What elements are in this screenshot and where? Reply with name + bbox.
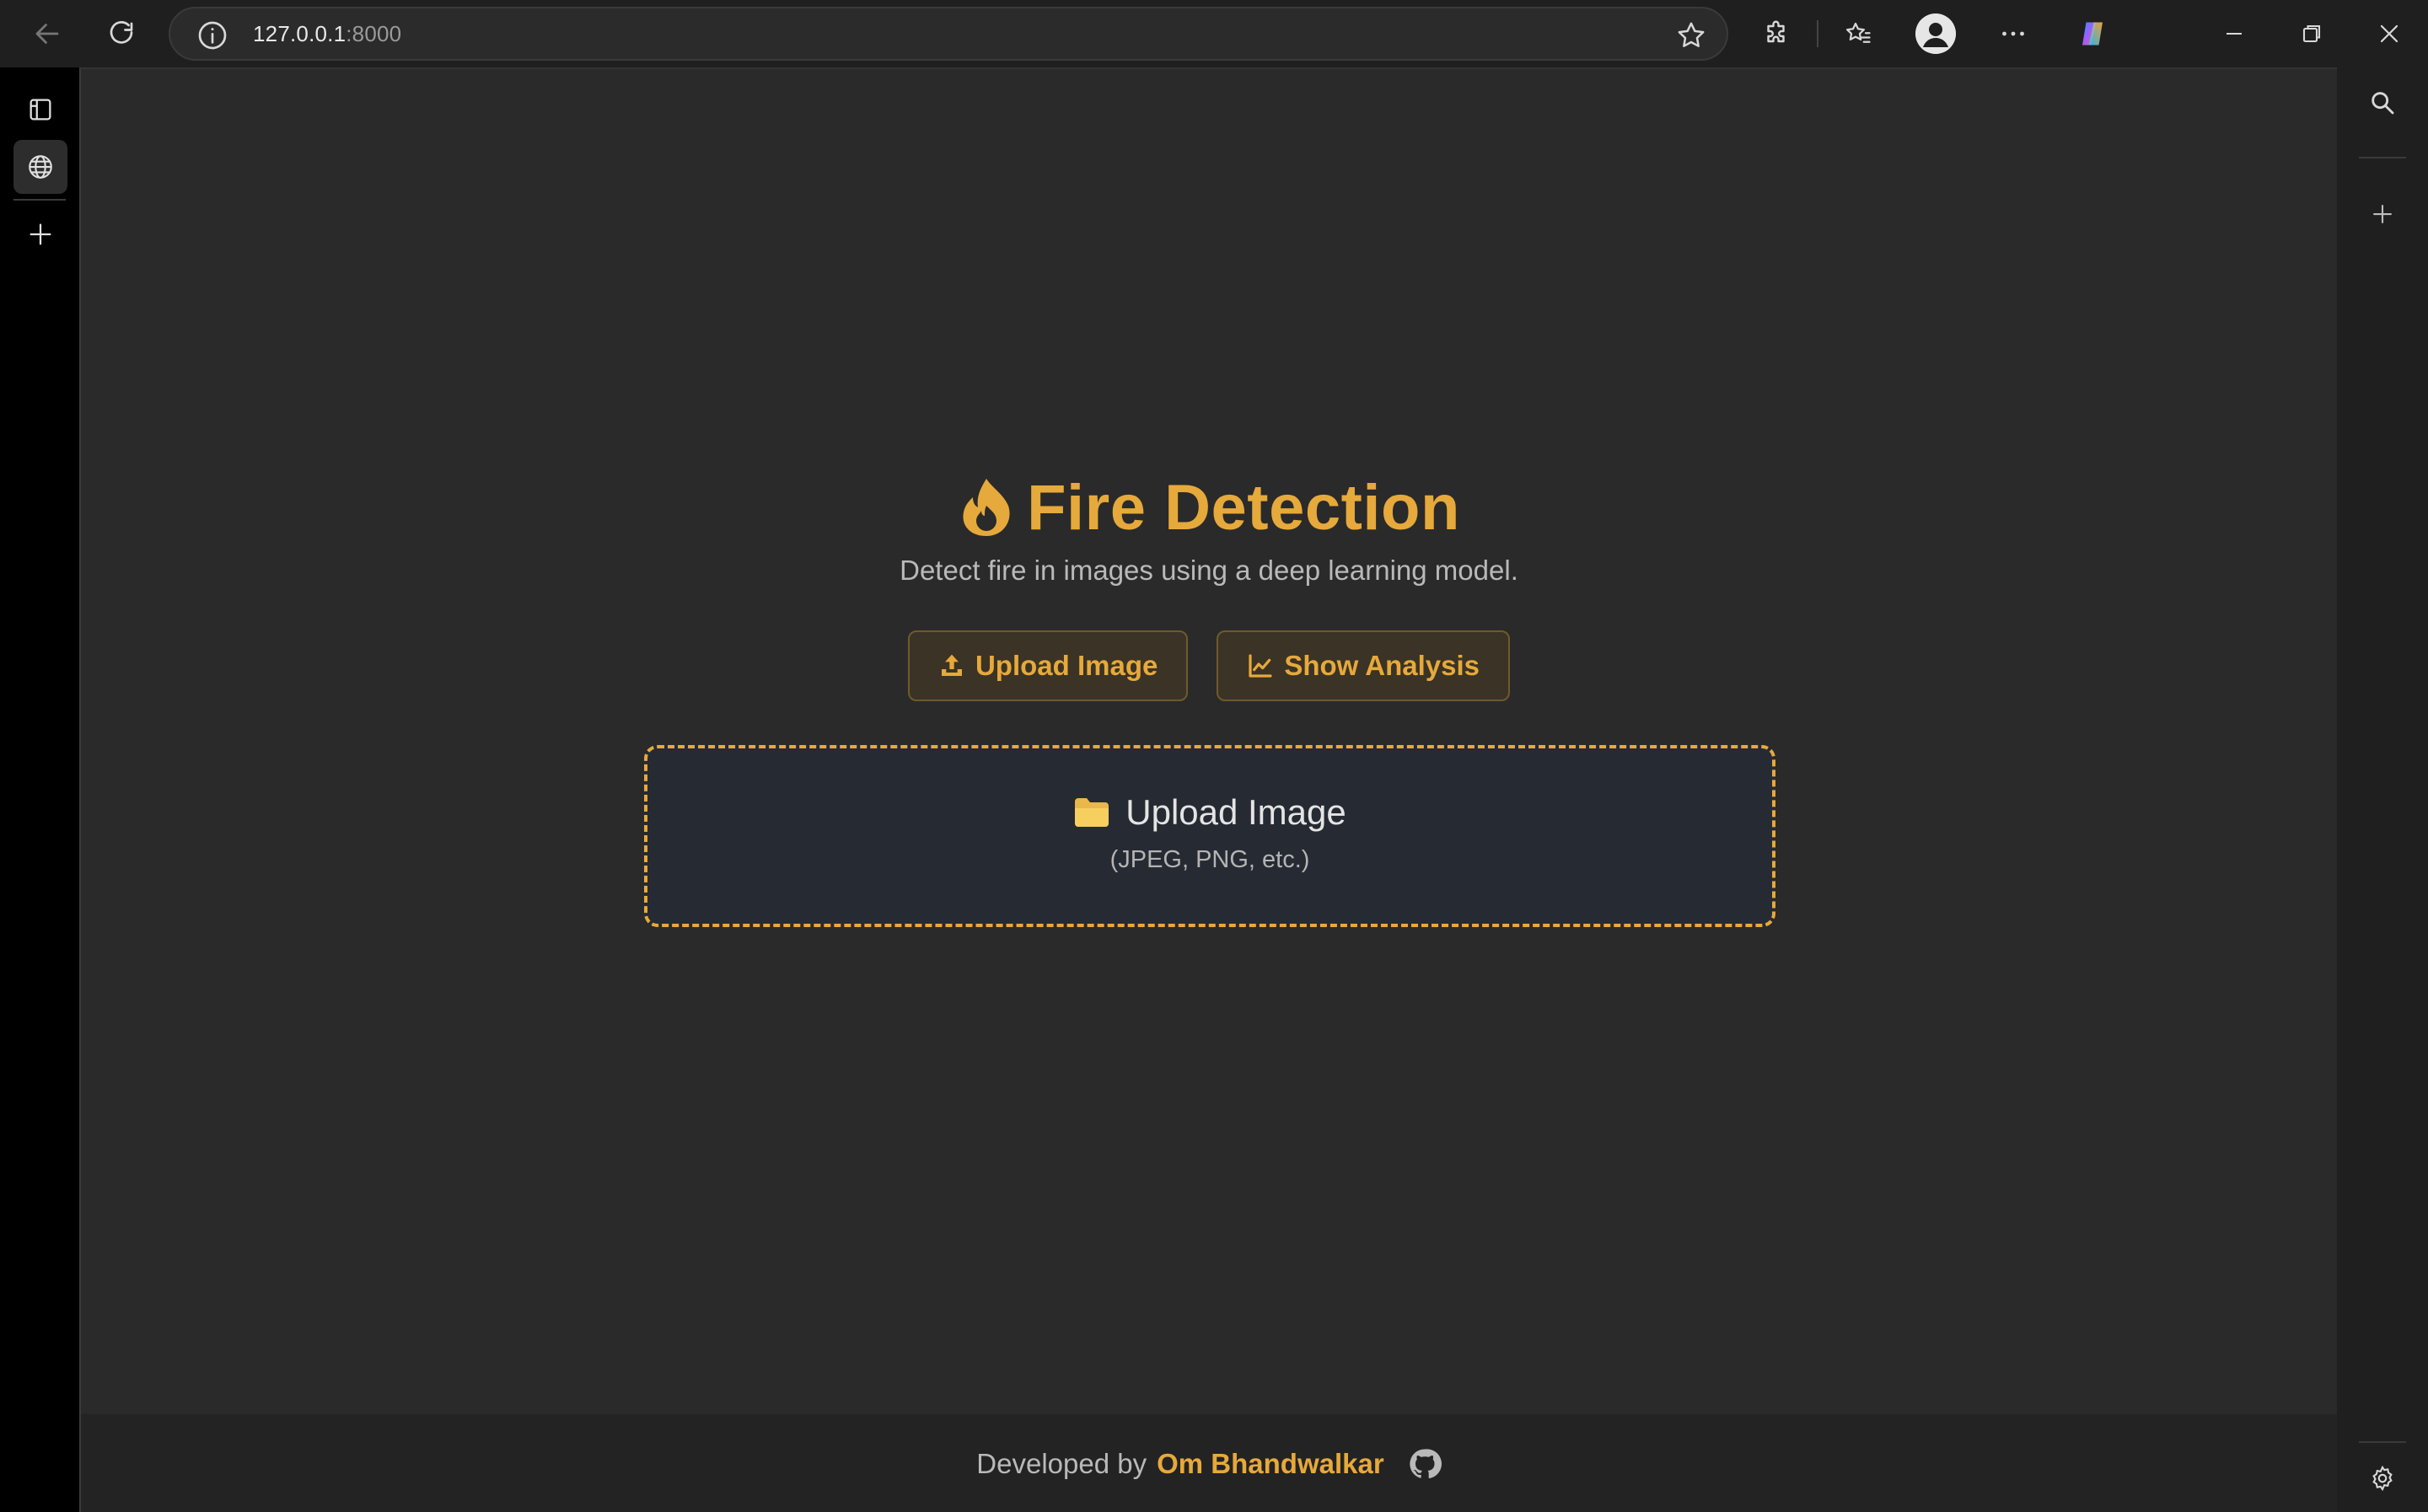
back-button[interactable]	[25, 12, 69, 56]
info-icon[interactable]	[196, 19, 229, 52]
github-icon[interactable]	[1408, 1447, 1442, 1481]
folder-icon	[1075, 798, 1109, 827]
favorites-button[interactable]	[1836, 12, 1880, 56]
copilot-icon	[2082, 22, 2103, 46]
address-bar[interactable]: 127.0.0.1:8000	[169, 7, 1728, 61]
tab-strip-divider	[13, 199, 66, 201]
browser-sidebar	[2337, 67, 2428, 1512]
upload-icon	[941, 654, 962, 676]
sidebar-divider-bottom	[2359, 1441, 2406, 1443]
new-tab-button[interactable]	[13, 207, 67, 261]
tab-actions-icon	[30, 99, 51, 121]
upload-image-label: Upload Image	[975, 650, 1158, 681]
search-icon	[2372, 92, 2394, 115]
flame-icon	[963, 479, 1010, 536]
sidebar-search-button[interactable]	[2359, 79, 2406, 126]
restore-icon	[2302, 24, 2321, 43]
dropzone-label: Upload Image	[1125, 792, 1346, 832]
page-title: Fire Detection	[1027, 471, 1460, 544]
show-analysis-button[interactable]: Show Analysis	[1217, 630, 1511, 701]
vertical-tab-strip	[0, 67, 79, 1512]
restore-button[interactable]	[2290, 12, 2334, 56]
url-host: 127.0.0.1	[253, 21, 346, 46]
dropzone-hint: (JPEG, PNG, etc.)	[1109, 846, 1310, 873]
plus-icon	[2373, 205, 2392, 223]
minimize-button[interactable]	[2212, 12, 2256, 56]
profile-button[interactable]	[1915, 13, 1956, 54]
url-text[interactable]: 127.0.0.1:8000	[253, 8, 401, 59]
extensions-button[interactable]	[1755, 12, 1799, 56]
sidebar-settings-button[interactable]	[2359, 1455, 2406, 1502]
chart-line-icon	[1249, 654, 1272, 678]
browser-toolbar: 127.0.0.1:8000	[0, 0, 2428, 67]
copilot-button[interactable]	[2071, 12, 2114, 56]
globe-icon	[29, 155, 52, 179]
close-icon	[2380, 24, 2398, 43]
action-buttons: Upload Image Show Analysis	[81, 630, 2337, 701]
more-icon	[2002, 31, 2024, 36]
profile-icon	[1915, 13, 1956, 54]
minimize-icon	[2227, 32, 2242, 35]
toolbar-divider	[1817, 20, 1818, 47]
upload-dropzone[interactable]: Upload Image (JPEG, PNG, etc.)	[644, 745, 1775, 927]
plus-icon	[30, 223, 51, 245]
url-port: :8000	[346, 21, 402, 46]
close-window-button[interactable]	[2367, 12, 2411, 56]
show-analysis-label: Show Analysis	[1284, 650, 1480, 681]
more-button[interactable]	[1991, 12, 2035, 56]
footer-prefix: Developed by	[976, 1448, 1147, 1479]
sidebar-divider-top	[2359, 157, 2406, 158]
extensions-icon	[1767, 20, 1785, 43]
author-link[interactable]: Om Bhandwalkar	[1157, 1448, 1384, 1480]
upload-image-button[interactable]: Upload Image	[907, 630, 1189, 701]
settings-icon	[2372, 1465, 2393, 1492]
tab-actions-button[interactable]	[13, 83, 67, 137]
refresh-button[interactable]	[99, 12, 143, 56]
back-icon	[35, 24, 59, 44]
page-subtitle: Detect fire in images using a deep learn…	[900, 555, 1518, 586]
page-viewport: Fire Detection Detect fire in images usi…	[79, 67, 2337, 1512]
favorites-icon	[1845, 22, 1871, 43]
refresh-icon	[110, 21, 133, 44]
page-header: Fire Detection	[958, 465, 1460, 550]
hero-section: Fire Detection Detect fire in images usi…	[81, 465, 2337, 701]
dropzone-heading: Upload Image	[1073, 792, 1346, 833]
star-icon[interactable]	[1674, 19, 1708, 52]
tab-current-page[interactable]	[13, 140, 67, 194]
page-footer: Developed by Om Bhandwalkar	[81, 1414, 2337, 1512]
sidebar-add-button[interactable]	[2359, 190, 2406, 238]
